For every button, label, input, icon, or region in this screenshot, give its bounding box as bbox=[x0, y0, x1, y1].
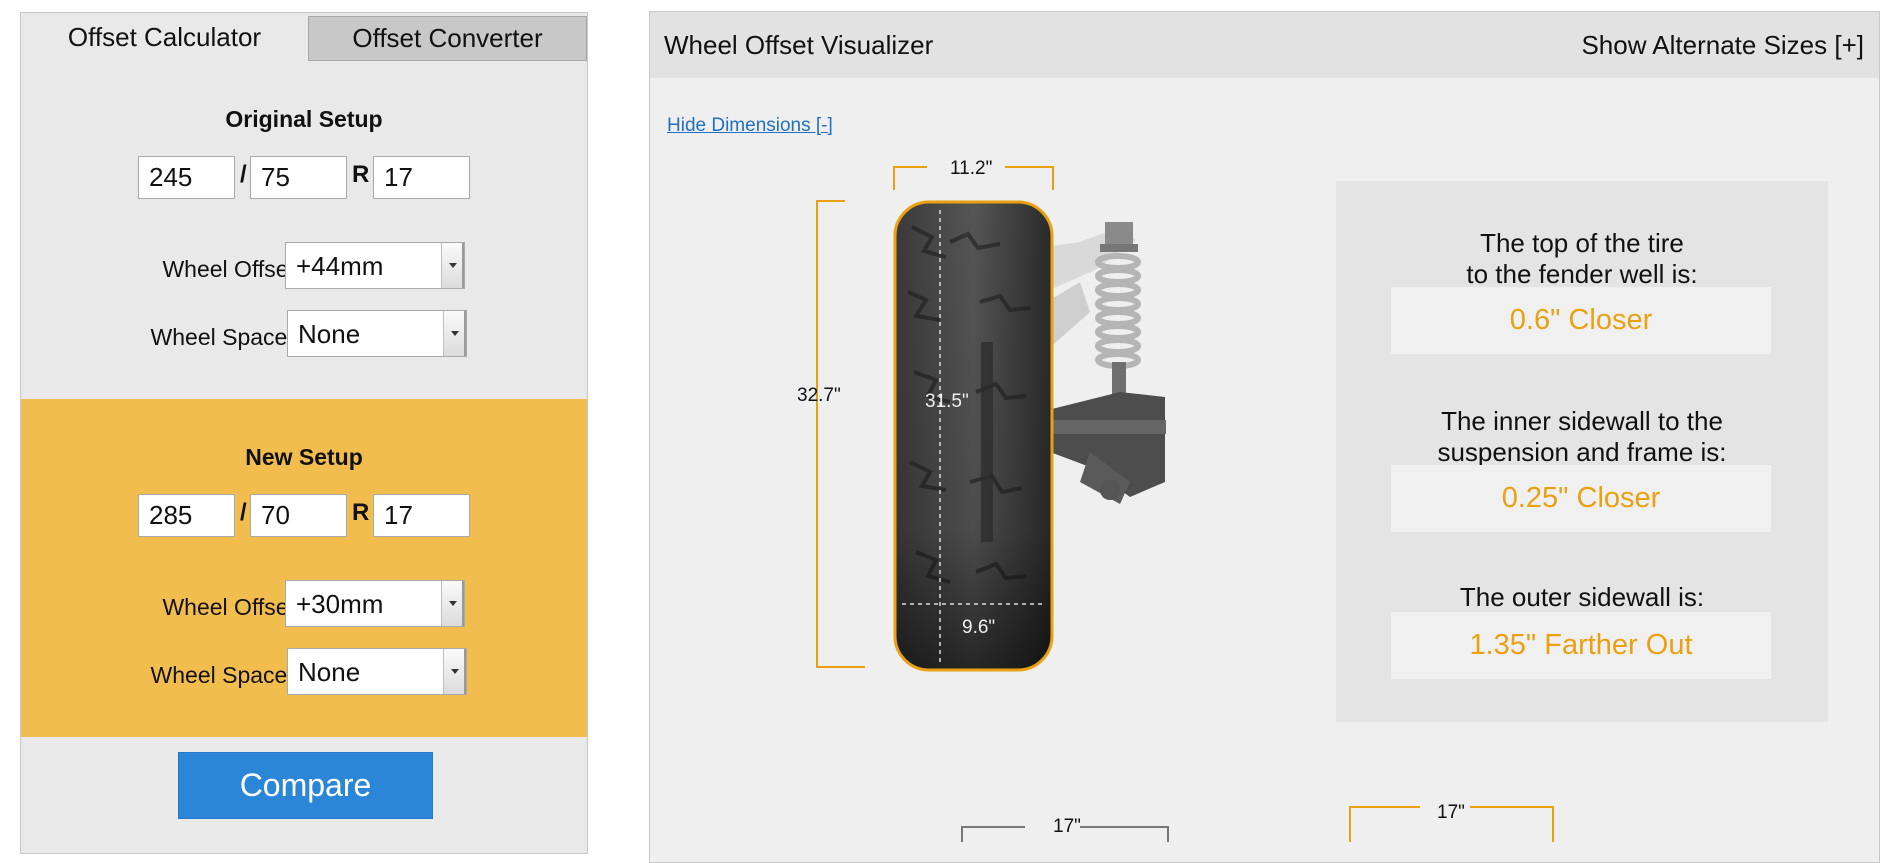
overall-height-dimension: 32.7" bbox=[797, 385, 841, 406]
size-r-label: R bbox=[352, 499, 370, 526]
new-rim-input[interactable] bbox=[373, 494, 470, 537]
offset-calculator-panel: Offset Calculator Offset Converter Origi… bbox=[20, 12, 588, 854]
tire-width-dimension: 11.2" bbox=[950, 158, 993, 179]
original-rim-input[interactable] bbox=[373, 156, 470, 199]
fender-answer: 0.6" Closer bbox=[1391, 287, 1771, 354]
tab-offset-converter[interactable]: Offset Converter bbox=[308, 16, 587, 61]
size-slash: / bbox=[240, 161, 247, 188]
fender-question: The top of the tire to the fender well i… bbox=[1466, 228, 1698, 289]
chevron-down-icon bbox=[443, 311, 466, 356]
original-aspect-input[interactable] bbox=[250, 156, 347, 199]
chevron-down-icon bbox=[443, 649, 466, 694]
original-offset-label: Wheel Offset bbox=[162, 256, 295, 282]
rim-dimension-new: 17" bbox=[1437, 802, 1465, 823]
rim-dimension-original: 17" bbox=[1053, 816, 1081, 837]
inner-height-dimension: 31.5" bbox=[925, 391, 969, 412]
new-spacer-label: Wheel Spacer bbox=[150, 662, 295, 688]
original-setup-title: Original Setup bbox=[225, 106, 383, 132]
outer-sidewall-question: The outer sidewall is: bbox=[1459, 582, 1705, 612]
calculator-tabs: Offset Calculator Offset Converter bbox=[21, 13, 587, 61]
tab-offset-calculator[interactable]: Offset Calculator bbox=[21, 13, 308, 61]
original-offset-select[interactable]: +44mm bbox=[285, 242, 465, 289]
original-offset-value: +44mm bbox=[296, 251, 384, 281]
calculator-actions: Compare bbox=[21, 737, 587, 853]
new-spacer-value: None bbox=[298, 657, 361, 687]
new-width-input[interactable] bbox=[138, 494, 235, 537]
wheel-offset-visualizer-panel: Wheel Offset Visualizer Show Alternate S… bbox=[649, 11, 1880, 863]
new-offset-select[interactable]: +30mm bbox=[285, 580, 465, 627]
new-setup-title: New Setup bbox=[245, 444, 363, 470]
new-aspect-input[interactable] bbox=[250, 494, 347, 537]
inner-sidewall-answer: 0.25" Closer bbox=[1391, 465, 1771, 532]
original-width-input[interactable] bbox=[138, 156, 235, 199]
original-setup-section: Original Setup / R Wheel Offset +44mm Wh… bbox=[21, 61, 587, 399]
size-r-label: R bbox=[352, 161, 370, 188]
chevron-down-icon bbox=[441, 581, 464, 626]
outer-sidewall-answer: 1.35" Farther Out bbox=[1391, 612, 1771, 679]
tire-graphic bbox=[893, 200, 1054, 672]
original-spacer-value: None bbox=[298, 319, 361, 349]
chevron-down-icon bbox=[441, 243, 464, 288]
new-offset-label: Wheel Offset bbox=[162, 594, 295, 620]
sidewall-dimension: 9.6" bbox=[962, 617, 996, 638]
new-setup-section: New Setup / R Wheel Offset +30mm Wheel S… bbox=[21, 399, 587, 737]
original-spacer-label: Wheel Spacer bbox=[150, 324, 295, 350]
inner-sidewall-question: The inner sidewall to the suspension and… bbox=[1437, 406, 1727, 467]
size-slash: / bbox=[240, 499, 247, 526]
new-spacer-select[interactable]: None bbox=[287, 648, 467, 695]
original-spacer-select[interactable]: None bbox=[287, 310, 467, 357]
compare-button[interactable]: Compare bbox=[178, 752, 433, 819]
results-box: The top of the tire to the fender well i… bbox=[1336, 181, 1828, 722]
new-offset-value: +30mm bbox=[296, 589, 384, 619]
